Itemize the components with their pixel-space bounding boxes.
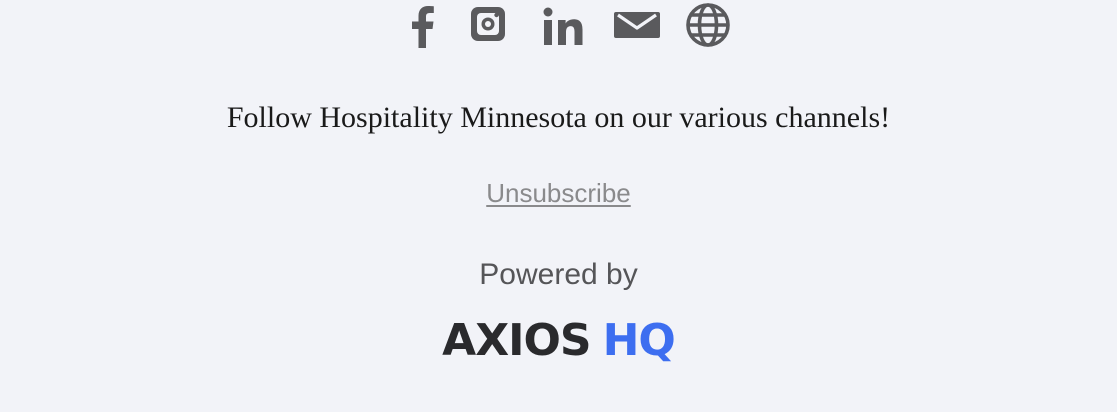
social-icons-row <box>0 0 1117 56</box>
logo-text-axios: AXIOS <box>442 315 591 366</box>
logo-text-hq: HQ <box>602 315 676 366</box>
unsubscribe-container: Unsubscribe <box>0 177 1117 209</box>
facebook-icon[interactable] <box>404 4 438 48</box>
website-globe-icon[interactable] <box>684 2 732 48</box>
powered-by-label: Powered by <box>479 258 638 291</box>
axios-hq-logo[interactable]: AXIOS HQ <box>0 318 1117 364</box>
follow-message: Follow Hospitality Minnesota on our vari… <box>226 101 891 134</box>
instagram-icon[interactable] <box>468 3 508 45</box>
email-icon[interactable] <box>612 10 662 40</box>
linkedin-icon[interactable] <box>540 3 590 47</box>
unsubscribe-link[interactable]: Unsubscribe <box>486 178 631 208</box>
